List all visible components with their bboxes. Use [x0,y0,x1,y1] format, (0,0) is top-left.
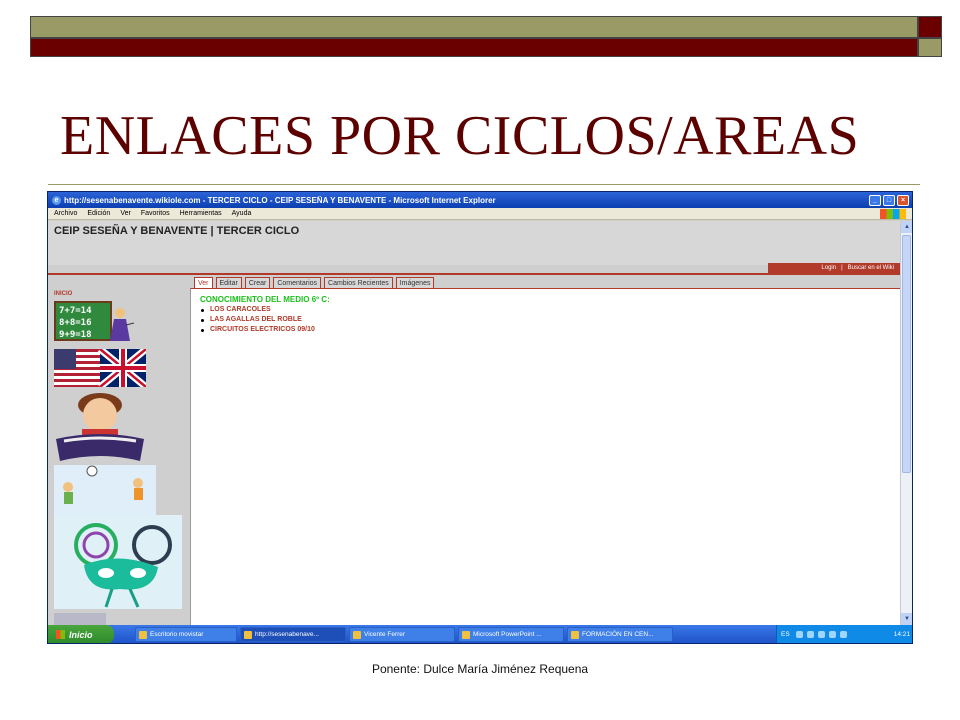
slide-footer: Ponente: Dulce María Jiménez Requena [371,662,589,676]
task-label: FORMACIÓN EN CEN... [582,631,654,638]
language-indicator[interactable]: ES [781,631,790,638]
bullet-icon [201,328,204,332]
tab-imagenes[interactable]: Imágenes [395,277,435,288]
tab-ver[interactable]: Ver [194,277,213,288]
wiki-content: CONOCIMIENTO DEL MEDIO 6º C: LOS CARACOL… [190,288,900,625]
wiki-header: CEIP SESEÑA Y BENAVENTE | TERCER CICLO [48,221,900,265]
window-titlebar: e http://sesenabenavente.wikiole.com - T… [48,192,912,208]
powerpoint-icon [462,631,470,639]
task-label: http://sesenabenave... [255,631,319,638]
task-formacion[interactable]: FORMACIÓN EN CEN... [567,627,673,642]
windows-logo-icon [880,208,906,219]
link-las-agallas-del-roble[interactable]: LAS AGALLAS DEL ROBLE [210,315,302,325]
start-button[interactable]: Inicio [48,625,114,643]
quick-launch [114,625,132,643]
tab-cambios-recientes[interactable]: Cambios Recientes [324,277,393,288]
task-escritorio-movistar[interactable]: Escritorio movistar [135,627,237,642]
minimize-button[interactable]: _ [869,194,881,206]
task-powerpoint[interactable]: Microsoft PowerPoint ... [458,627,564,642]
sidebar-inicio-link[interactable]: INICIO [54,291,72,297]
list-item[interactable]: CIRCUITOS ELECTRICOS 09/10 [201,325,315,335]
bullet-icon [201,318,204,322]
title-divider [48,184,920,185]
link-los-caracoles[interactable]: LOS CARACOLES [210,305,271,315]
task-ie-window[interactable]: http://sesenabenave... [240,627,346,642]
list-item[interactable]: LAS AGALLAS DEL ROBLE [201,315,315,325]
content-heading: CONOCIMIENTO DEL MEDIO 6º C: [200,295,330,304]
windows-flag-icon [56,630,65,639]
carnival-mask-image[interactable] [54,515,182,609]
movistar-icon [139,631,147,639]
close-button[interactable]: × [897,194,909,206]
scroll-thumb[interactable] [902,235,911,473]
search-wiki-link[interactable]: Buscar en el Wiki [848,263,894,273]
scroll-down-button[interactable]: ▼ [901,613,912,625]
sidebar-scroll-thumb[interactable] [54,613,106,625]
tab-crear[interactable]: Crear [244,277,271,288]
kids-playing-image[interactable] [54,465,156,515]
maximize-button[interactable]: □ [883,194,895,206]
clock: 14:21 [893,631,910,638]
link-list: LOS CARACOLES LAS AGALLAS DEL ROBLE CIRC… [201,305,315,335]
folder-icon [353,631,361,639]
task-label: Escritorio movistar [150,631,204,638]
slide-title: ENLACES POR CICLOS/AREAS [60,105,860,167]
menu-ayuda[interactable]: Ayuda [232,210,252,217]
task-label: Vicente Ferrer [364,631,406,638]
tray-icons [795,631,894,638]
math-chalkboard-image[interactable]: 7+7=14 8+8=16 9+9=18 [54,301,134,343]
svg-text:9+9=18: 9+9=18 [59,330,92,340]
menu-bar: Archivo Edición Ver Favoritos Herramient… [48,208,912,220]
boy-reading-image[interactable] [54,391,146,461]
tab-comentarios[interactable]: Comentarios [273,277,322,288]
ie-task-icon [244,631,252,639]
word-icon [571,631,579,639]
tray-icon[interactable] [839,631,847,638]
header-bar-olive [30,16,918,38]
window-title: http://sesenabenavente.wikiole.com - TER… [64,195,496,205]
system-tray: ES 14:21 [776,625,912,643]
menu-favoritos[interactable]: Favoritos [141,210,170,217]
page-viewport: CEIP SESEÑA Y BENAVENTE | TERCER CICLO L… [48,221,900,625]
link-circuitos-electricos[interactable]: CIRCUITOS ELECTRICOS 09/10 [210,325,315,335]
menu-edicion[interactable]: Edición [87,210,110,217]
svg-text:8+8=16: 8+8=16 [59,318,92,328]
header-square-maroon [918,16,942,38]
menu-ver[interactable]: Ver [120,210,131,217]
menu-herramientas[interactable]: Herramientas [180,210,222,217]
tab-editar[interactable]: Editar [215,277,242,288]
nav-separator: | [841,265,843,271]
svg-text:7+7=14: 7+7=14 [59,306,92,316]
scroll-up-button[interactable]: ▲ [901,221,912,233]
header-square-olive [918,38,942,57]
tray-icon[interactable] [828,631,836,638]
login-link[interactable]: Login [821,263,836,273]
menu-archivo[interactable]: Archivo [54,210,77,217]
uk-flag-image[interactable] [54,349,146,387]
tray-icon[interactable] [817,631,825,638]
tray-icon[interactable] [795,631,803,638]
windows-taskbar: Inicio Escritorio movistar http://sesena… [48,625,912,643]
vertical-scrollbar[interactable]: ▲ ▼ [900,221,912,625]
wiki-top-nav: Login | Buscar en el Wiki [768,263,900,273]
wiki-site-title: CEIP SESEÑA Y BENAVENTE | TERCER CICLO [54,225,300,237]
header-bar-maroon [30,38,918,57]
wiki-tabs: Ver Editar Crear Comentarios Cambios Rec… [194,277,437,288]
list-item[interactable]: LOS CARACOLES [201,305,315,315]
tray-icon[interactable] [806,631,814,638]
bullet-icon [201,308,204,312]
ie-icon: e [52,195,61,205]
task-label: Microsoft PowerPoint ... [473,631,542,638]
task-vicente-ferrer[interactable]: Vicente Ferrer [349,627,455,642]
start-label: Inicio [69,629,93,640]
browser-window: e http://sesenabenavente.wikiole.com - T… [47,191,913,644]
wiki-sidebar: INICIO 7+7=14 8+8=16 9+9=18 [48,275,190,625]
